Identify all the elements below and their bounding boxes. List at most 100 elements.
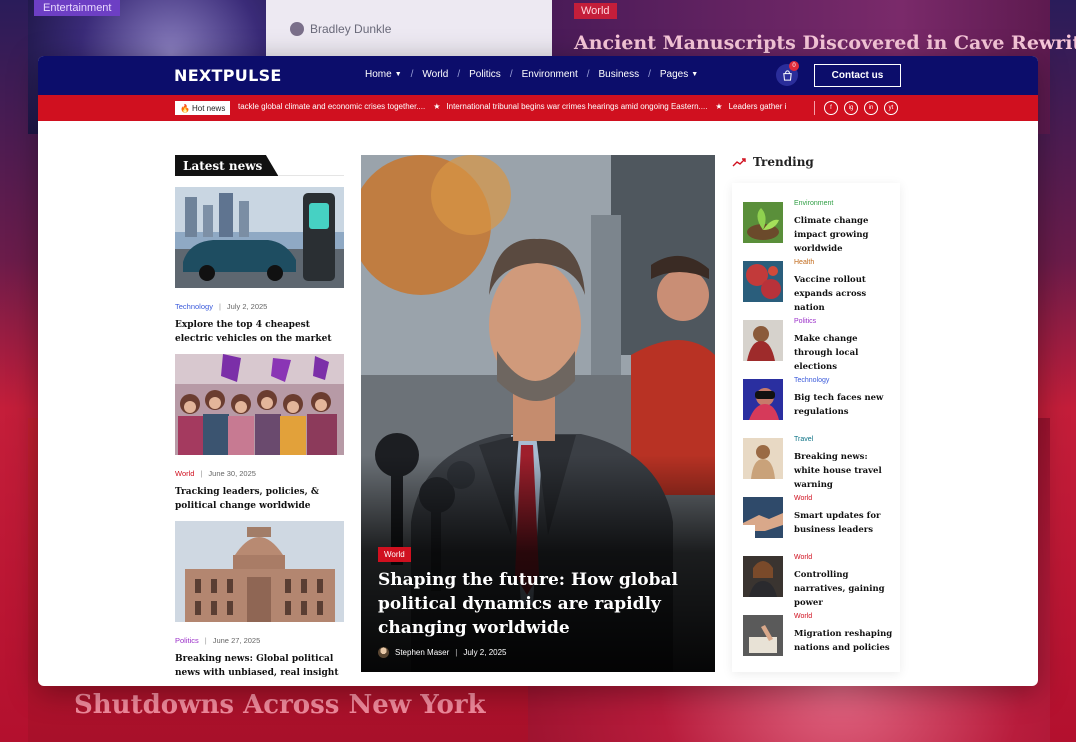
instagram-icon[interactable]: ig: [844, 101, 858, 115]
trending-title[interactable]: Make change through local elections: [794, 332, 894, 374]
background-headline-top: Ancient Manuscripts Discovered in Cave R…: [574, 32, 1076, 54]
background-author-name: Bradley Dunkle: [310, 22, 392, 36]
trending-title[interactable]: Migration reshaping nations and policies: [794, 627, 894, 655]
trending-thumb-election: [743, 320, 783, 361]
ticker-item[interactable]: Leaders gather i: [729, 102, 787, 111]
featured-date: July 2, 2025: [463, 648, 507, 657]
menu-separator: /: [648, 69, 651, 80]
hot-news-label: 🔥 Hot news: [175, 101, 231, 115]
featured-story[interactable]: World Shaping the future: How global pol…: [361, 155, 715, 672]
menu-separator: /: [586, 69, 590, 80]
news-image-electric-car: [175, 187, 344, 288]
trending-thumb-speaker: [743, 556, 783, 597]
menu-separator: /: [457, 69, 461, 80]
youtube-icon[interactable]: yt: [884, 101, 898, 115]
menu-separator: /: [509, 69, 513, 80]
news-date: June 27, 2025: [212, 636, 261, 645]
trending-thumb-virus: [743, 261, 783, 302]
trending-item[interactable]: Environment Climate change impact growin…: [743, 200, 893, 254]
background-author-avatar: [290, 22, 304, 36]
news-meta: Politics | June 27, 2025: [175, 636, 344, 645]
trending-item[interactable]: World Controlling narratives, gaining po…: [743, 554, 893, 608]
trending-title[interactable]: Controlling narratives, gaining power: [794, 568, 894, 610]
trending-thumb-plant: [743, 202, 783, 243]
news-meta: World | June 30, 2025: [175, 469, 344, 478]
news-date: July 2, 2025: [226, 302, 268, 311]
trending-thumb-vr: [743, 379, 783, 420]
trending-title[interactable]: Breaking news: white house travel warnin…: [794, 450, 894, 492]
chevron-down-icon: ▼: [394, 71, 402, 78]
featured-author[interactable]: Stephen Maser: [395, 648, 449, 657]
meta-divider: |: [204, 636, 207, 645]
shopping-bag-icon: [782, 69, 792, 81]
news-title[interactable]: Tracking leaders, policies, & political …: [175, 485, 344, 513]
news-card[interactable]: Politics | June 27, 2025 Breaking news: …: [175, 521, 344, 680]
background-badge-world: World: [574, 3, 617, 19]
trending-item[interactable]: Health Vaccine rollout expands across na…: [743, 259, 893, 313]
site-logo[interactable]: NEXTPULSE: [174, 66, 282, 85]
trending-item[interactable]: World Migration reshaping nations and po…: [743, 613, 893, 658]
trending-item[interactable]: Travel Breaking news: white house travel…: [743, 436, 893, 490]
star-icon: ★: [433, 102, 441, 111]
featured-meta: Stephen Maser | July 2, 2025: [378, 647, 506, 658]
trending-category[interactable]: Technology: [794, 377, 829, 384]
menu-item-world[interactable]: World: [422, 69, 448, 80]
cart-button[interactable]: 0: [776, 61, 799, 86]
menu-item-politics[interactable]: Politics: [469, 69, 501, 80]
trending-up-icon: [732, 158, 746, 167]
menu-item-pages[interactable]: Pages ▼: [660, 69, 698, 80]
ticker-content: tackle global climate and economic crise…: [238, 102, 806, 111]
social-links: f ig in yt: [824, 101, 898, 115]
section-title: Trending: [753, 155, 814, 169]
trending-category[interactable]: Politics: [794, 318, 816, 325]
menu-item-business[interactable]: Business: [599, 69, 640, 80]
linkedin-icon[interactable]: in: [864, 101, 878, 115]
news-title[interactable]: Explore the top 4 cheapest electric vehi…: [175, 318, 344, 346]
background-badge-entertainment: Entertainment: [34, 0, 121, 16]
menu-item-label: Pages: [659, 69, 689, 80]
news-card[interactable]: Technology | July 2, 2025 Explore the to…: [175, 187, 344, 346]
trending-title[interactable]: Smart updates for business leaders: [794, 509, 894, 537]
facebook-icon[interactable]: f: [824, 101, 838, 115]
trending-category[interactable]: World: [794, 613, 812, 620]
trending-title[interactable]: Big tech faces new regulations: [794, 391, 894, 419]
news-image-capitol: [175, 521, 344, 622]
trending-item[interactable]: Technology Big tech faces new regulation…: [743, 377, 893, 422]
trending-category[interactable]: World: [794, 554, 812, 561]
meta-divider: |: [455, 648, 458, 657]
contact-us-button[interactable]: Contact us: [814, 64, 901, 87]
author-avatar: [378, 647, 389, 658]
top-navigation: NEXTPULSE Home ▼ / World / Politics / Env…: [38, 56, 1038, 95]
meta-divider: |: [200, 469, 203, 478]
news-title[interactable]: Breaking news: Global political news wit…: [175, 652, 344, 680]
menu-item-environment[interactable]: Environment: [522, 69, 578, 80]
menu-separator: /: [410, 69, 414, 80]
latest-news-column: Latest news Technology | July 2, 2025 Ex…: [175, 155, 344, 678]
trending-item[interactable]: World Smart updates for business leaders: [743, 495, 893, 540]
news-category[interactable]: World: [175, 469, 194, 478]
main-menu: Home ▼ / World / Politics / Environment /…: [365, 69, 698, 80]
trending-title[interactable]: Vaccine rollout expands across nation: [794, 273, 894, 315]
news-category[interactable]: Technology: [175, 302, 213, 311]
flame-icon: 🔥: [180, 103, 190, 113]
ticker-item[interactable]: tackle global climate and economic crise…: [238, 102, 425, 111]
trending-item[interactable]: Politics Make change through local elect…: [743, 318, 893, 372]
news-card[interactable]: World | June 30, 2025 Tracking leaders, …: [175, 354, 344, 513]
trending-category[interactable]: Health: [794, 259, 814, 266]
menu-item-home[interactable]: Home ▼: [365, 69, 402, 80]
news-image-protest: [175, 354, 344, 455]
trending-header: Trending: [732, 155, 814, 169]
background-headline-bottom: Shutdowns Across New York: [74, 690, 486, 720]
star-icon: ★: [715, 102, 723, 111]
featured-category-badge[interactable]: World: [378, 547, 411, 562]
trending-category[interactable]: World: [794, 495, 812, 502]
news-category[interactable]: Politics: [175, 636, 199, 645]
meta-divider: |: [218, 302, 221, 311]
ticker-item[interactable]: International tribunal begins war crimes…: [446, 102, 707, 111]
featured-title[interactable]: Shaping the future: How global political…: [378, 568, 678, 640]
trending-title[interactable]: Climate change impact growing worldwide: [794, 214, 894, 256]
trending-list: Environment Climate change impact growin…: [732, 183, 900, 672]
trending-category[interactable]: Environment: [794, 200, 833, 207]
trending-category[interactable]: Travel: [794, 436, 813, 443]
hot-news-text: Hot news: [191, 103, 226, 113]
